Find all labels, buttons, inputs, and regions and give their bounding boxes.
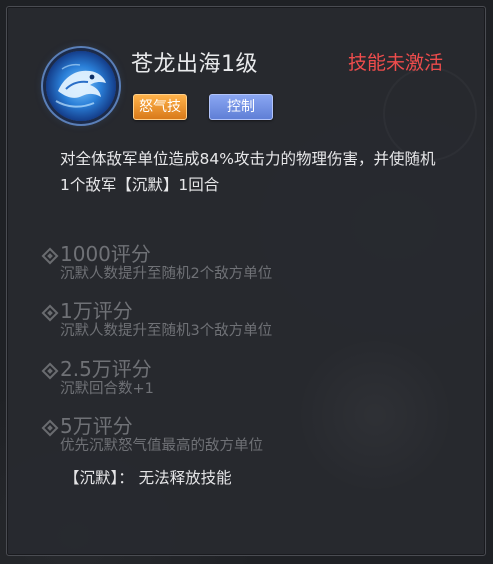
skill-description: 对全体敌军单位造成84%攻击力的物理伤害，并使随机1个敌军【沉默】1回合 (60, 150, 436, 194)
skill-status-label: 技能未激活 (347, 52, 443, 74)
status-effect-note: 【沉默】： 无法释放技能 (64, 469, 232, 487)
tier-description: 沉默人数提升至随机3个敌方单位 (60, 323, 273, 339)
tag-control: 控制 (209, 94, 273, 120)
skill-tooltip-screen: 苍龙出海1级 技能未激活 怒气技 控制 对全体敌军单位造成84%攻击力的物理伤害… (0, 0, 493, 564)
blue-dragon-icon[interactable] (46, 51, 116, 121)
tag-rage-skill: 怒气技 (133, 94, 187, 120)
tier-description: 优先沉默怒气值最高的敌方单位 (60, 438, 263, 454)
skill-name: 苍龙出海1级 (131, 52, 258, 77)
background-glow (295, 335, 455, 495)
tier-description: 沉默回合数+1 (60, 381, 154, 397)
tier-description: 沉默人数提升至随机2个敌方单位 (60, 266, 273, 282)
